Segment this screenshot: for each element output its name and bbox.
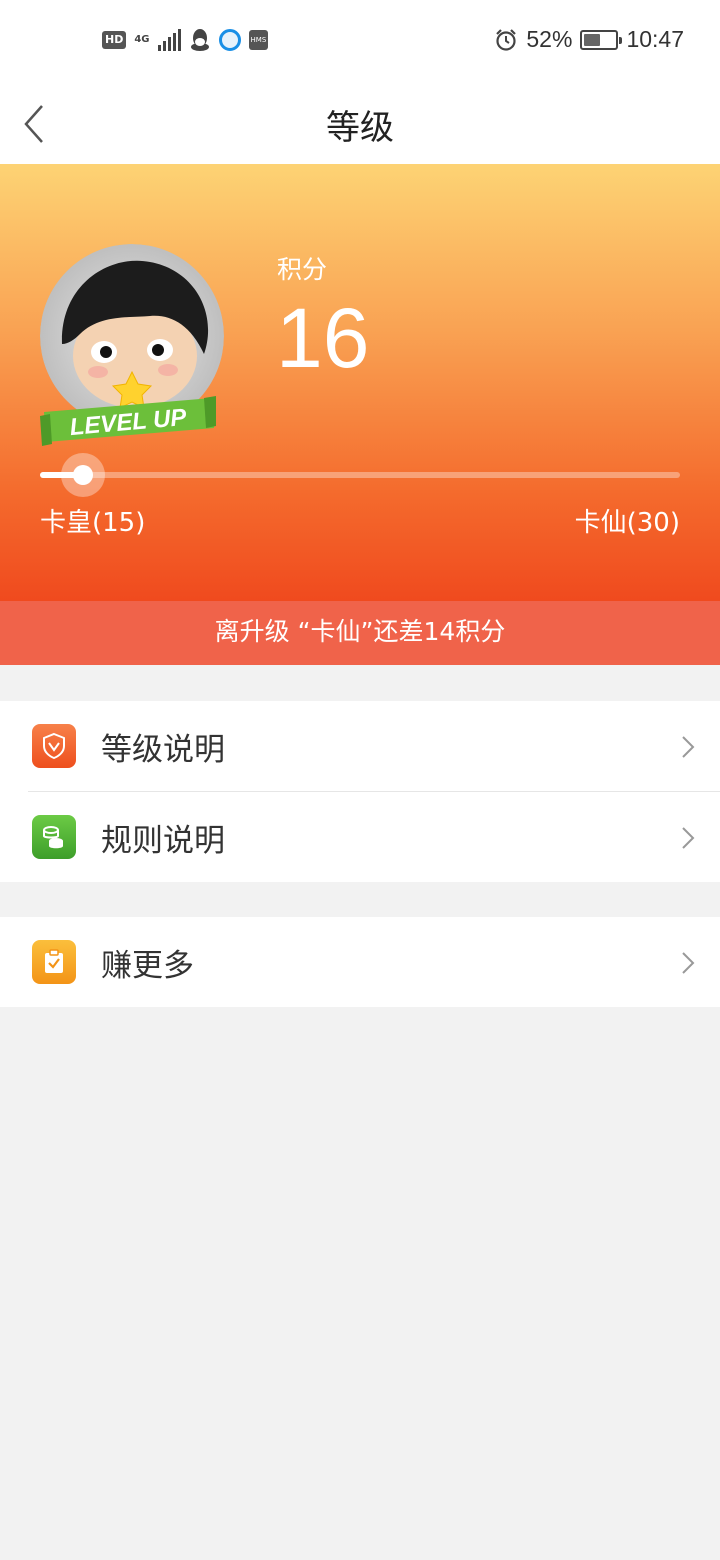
status-bar: HD 4G HMS 52% 10:47: [0, 0, 720, 84]
level-progress: [40, 453, 680, 497]
network-type: 4G: [134, 34, 150, 45]
battery-percent: 52%: [526, 26, 573, 52]
status-left-icons: HD 4G HMS: [102, 28, 269, 52]
next-level-label: 卡仙(30): [574, 508, 680, 538]
hd-badge: HD: [102, 31, 127, 49]
current-level-label: 卡皇(15): [40, 508, 146, 538]
page-title: 等级: [326, 108, 394, 148]
menu-item-rules[interactable]: 规则说明: [0, 792, 720, 882]
upgrade-hint: 离升级 “卡仙”还差14积分: [0, 601, 720, 665]
clipboard-check-icon: [32, 940, 76, 984]
menu-label: 等级说明: [101, 731, 225, 768]
chevron-right-icon: [682, 952, 695, 974]
menu-group-earn: 赚更多: [0, 917, 720, 1007]
progress-knob: [60, 453, 105, 497]
menu-label: 规则说明: [101, 822, 225, 859]
coins-icon: [32, 815, 76, 859]
chevron-right-icon: [682, 736, 695, 758]
level-hero-card: LEVEL UP 积分 16 卡皇(15) 卡仙(30): [0, 164, 720, 601]
avatar-wrap[interactable]: LEVEL UP: [40, 244, 224, 446]
battery-fill: [584, 33, 601, 46]
nav-bar: 等级: [0, 84, 720, 164]
alarm-icon: [496, 28, 517, 51]
signal-icon: [157, 29, 181, 51]
score-value: 16: [276, 291, 370, 385]
hms-icon: HMS: [248, 30, 269, 50]
menu-item-earn-more[interactable]: 赚更多: [0, 917, 720, 1007]
status-right: 52% 10:47: [494, 26, 684, 53]
chevron-right-icon: [682, 827, 695, 849]
battery-icon: [580, 29, 623, 50]
browser-app-icon: [218, 29, 241, 51]
menu-item-level-info[interactable]: 等级说明: [0, 701, 720, 791]
menu-group-info: 等级说明 规则说明: [0, 701, 720, 882]
score-label: 积分: [277, 255, 328, 284]
shield-v-icon: [32, 724, 76, 768]
menu-label: 赚更多: [101, 947, 194, 984]
qq-icon: [190, 29, 209, 51]
clock: 10:47: [626, 26, 684, 52]
level-up-badge: LEVEL UP: [40, 396, 216, 446]
